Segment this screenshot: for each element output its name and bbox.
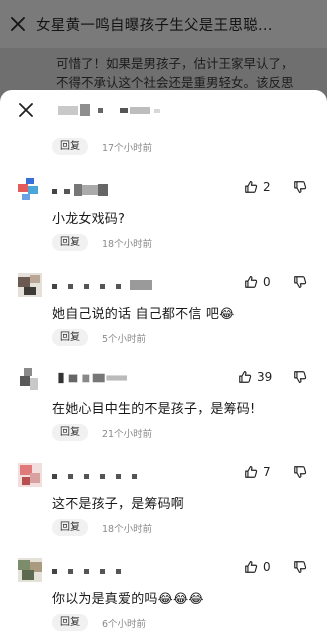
- reply-button[interactable]: 回复: [52, 424, 88, 441]
- thumbs-up-icon: [245, 561, 258, 573]
- like-count: 39: [257, 370, 273, 384]
- blurred-username: [58, 372, 127, 384]
- comment-time: 5个小时前: [102, 333, 147, 345]
- blurred-username: [58, 104, 160, 116]
- thumbs-up-icon: [245, 466, 258, 478]
- avatar[interactable]: [18, 273, 42, 297]
- reply-button[interactable]: 回复: [52, 234, 88, 251]
- article-header: 女星黄一鸣自曝孩子生父是王思聪...: [0, 0, 327, 48]
- comment-time: 6个小时前: [102, 618, 147, 630]
- close-article-button[interactable]: [0, 0, 36, 48]
- comment-sheet: 回复 17个小时前 2 小龙女戏码? 回复 18个小时前 0 她自己说的话 自己…: [0, 90, 327, 640]
- like-button[interactable]: 2: [244, 180, 271, 194]
- comment-time: 18个小时前: [102, 523, 153, 535]
- blurred-username: [52, 184, 108, 196]
- reply-row: 回复 18个小时前: [52, 234, 152, 251]
- reply-row: 回复 17个小时前: [52, 138, 152, 155]
- reply-row: 回复 6个小时前: [52, 614, 146, 631]
- avatar[interactable]: [18, 368, 42, 392]
- comment-text-body: 你以为是真爱的吗: [52, 592, 158, 607]
- like-button[interactable]: 7: [244, 465, 271, 479]
- avatar[interactable]: [18, 463, 42, 487]
- article-snippet-line: 可惜了！如果是男孩子，估计王家早认了，: [56, 56, 294, 71]
- avatar[interactable]: [18, 178, 42, 202]
- like-button[interactable]: 39: [238, 370, 272, 384]
- comment-text: 这不是孩子，是筹码啊: [52, 493, 184, 512]
- comment-text: 在她心目中生的不是孩子，是筹码!: [52, 398, 255, 417]
- reply-button[interactable]: 回复: [52, 329, 88, 346]
- comment-time: 18个小时前: [102, 238, 153, 250]
- reply-row: 回复 21个小时前: [52, 424, 152, 441]
- comment-text-body: 这不是孩子，是筹码啊: [52, 497, 185, 512]
- thumbs-up-icon: [245, 181, 258, 193]
- reply-row: 回复 18个小时前: [52, 519, 152, 536]
- comment-time: 21个小时前: [102, 428, 153, 440]
- like-count: 7: [263, 465, 271, 479]
- like-count: 0: [263, 275, 271, 289]
- thumbs-down-icon[interactable]: [293, 465, 307, 479]
- comment-text-body: 在她心目中生的不是孩子，是筹码!: [52, 402, 256, 417]
- article-title: 女星黄一鸣自曝孩子生父是王思聪...: [36, 17, 273, 34]
- comment-text: 你以为是真爱的吗😂😂😂: [52, 588, 204, 607]
- blurred-username: [52, 280, 152, 290]
- like-count: 0: [263, 560, 271, 574]
- thumbs-down-icon[interactable]: [293, 275, 307, 289]
- reply-button[interactable]: 回复: [52, 138, 88, 155]
- laughing-emoji: 😂😂😂: [157, 592, 204, 607]
- comment-text: 她自己说的话 自己都不信 吧😂: [52, 303, 234, 322]
- reply-button[interactable]: 回复: [52, 614, 88, 631]
- reply-row: 回复 5个小时前: [52, 329, 146, 346]
- comment-text-body: 她自己说的话 自己都不信 吧: [52, 307, 220, 322]
- like-button[interactable]: 0: [244, 275, 271, 289]
- reply-button[interactable]: 回复: [52, 519, 88, 536]
- thumbs-up-icon: [245, 276, 258, 288]
- avatar[interactable]: [18, 558, 42, 582]
- like-button[interactable]: 0: [244, 560, 271, 574]
- thumbs-down-icon[interactable]: [293, 560, 307, 574]
- thumbs-down-icon[interactable]: [293, 370, 307, 384]
- comment-text-body: 小龙女戏码?: [52, 212, 126, 227]
- laughing-emoji: 😂: [219, 307, 235, 322]
- thumbs-down-icon[interactable]: [293, 180, 307, 194]
- thumbs-up-icon: [239, 371, 252, 383]
- blurred-username: [52, 569, 121, 574]
- close-icon: [11, 17, 25, 31]
- comment-time: 17个小时前: [102, 142, 153, 154]
- blurred-username: [52, 474, 137, 479]
- close-icon: [19, 103, 33, 117]
- comment-text: 小龙女戏码?: [52, 208, 125, 227]
- close-comments-button[interactable]: [14, 98, 38, 122]
- like-count: 2: [263, 180, 271, 194]
